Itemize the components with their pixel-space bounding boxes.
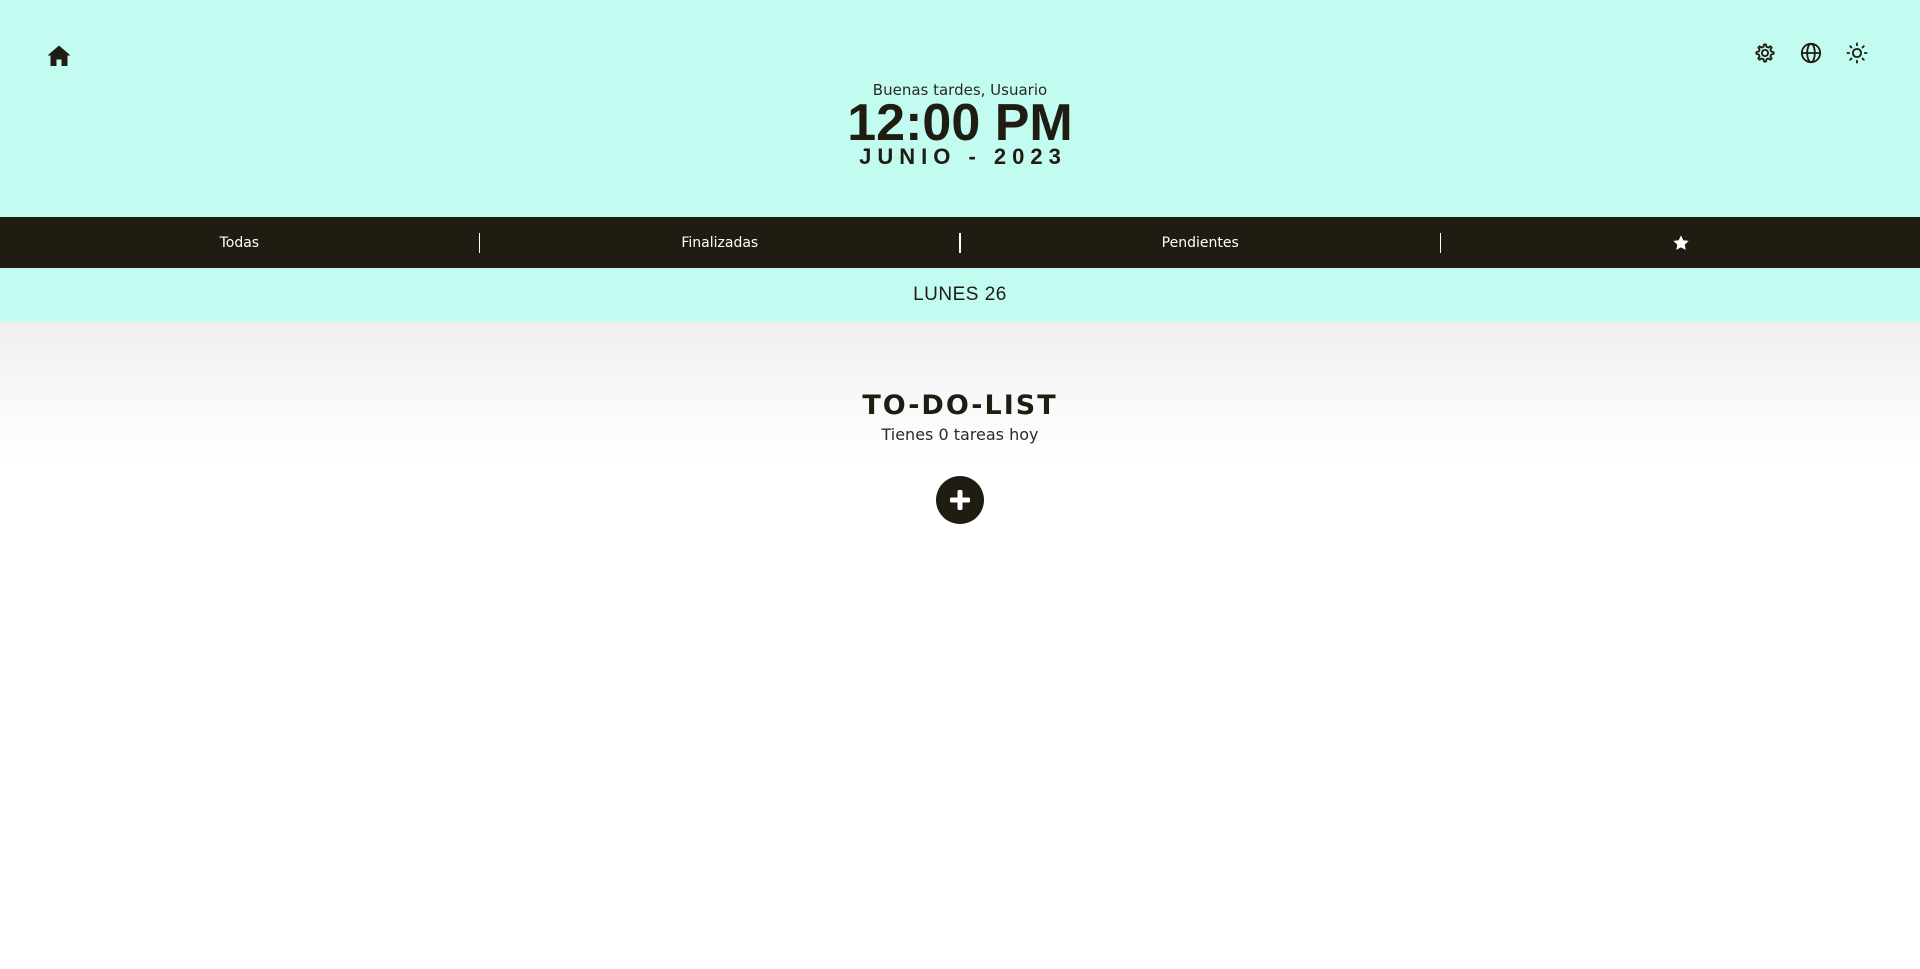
gear-icon — [1755, 43, 1775, 63]
home-icon — [47, 45, 71, 66]
filter-all[interactable]: Todas — [0, 217, 479, 268]
star-icon — [1673, 234, 1689, 250]
filter-pending[interactable]: Pendientes — [961, 217, 1440, 268]
day-label: LUNES 26 — [913, 284, 1007, 305]
sun-icon — [1846, 42, 1868, 64]
home-button[interactable] — [42, 39, 76, 73]
language-button[interactable] — [1794, 36, 1828, 70]
theme-toggle-button[interactable] — [1840, 36, 1874, 70]
todo-section: TO-DO-LIST Tienes 0 tareas hoy — [0, 322, 1920, 969]
filter-favorites[interactable] — [1441, 217, 1920, 268]
settings-button[interactable] — [1748, 36, 1782, 70]
add-task-button[interactable] — [936, 476, 984, 524]
day-label-bar: LUNES 26 — [0, 268, 1920, 322]
task-count-text: Tienes 0 tareas hoy — [881, 425, 1039, 444]
plus-icon — [950, 490, 970, 510]
header: Buenas tardes, Usuario 12:00 PM JUNIO - … — [0, 0, 1920, 217]
current-time: 12:00 PM — [847, 94, 1073, 152]
globe-icon — [1800, 42, 1822, 64]
clock-widget: Buenas tardes, Usuario 12:00 PM JUNIO - … — [0, 78, 1920, 171]
filter-bar: Todas Finalizadas Pendientes — [0, 217, 1920, 268]
month-year: JUNIO - 2023 — [859, 144, 1067, 169]
filter-finished[interactable]: Finalizadas — [480, 217, 959, 268]
todo-title: TO-DO-LIST — [862, 390, 1058, 421]
